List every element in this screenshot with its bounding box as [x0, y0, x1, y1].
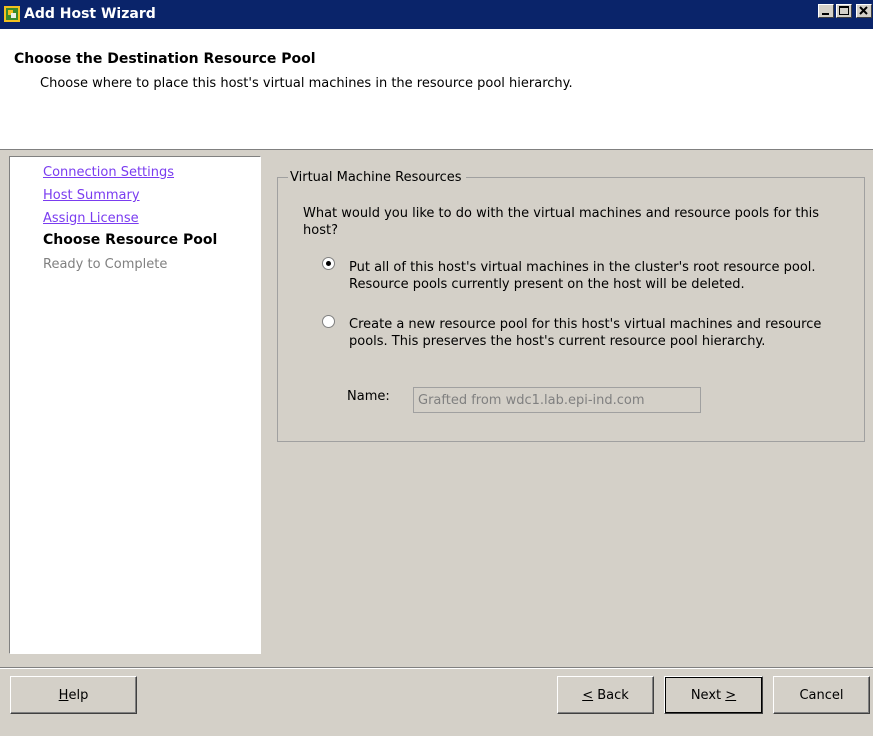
pool-name-input[interactable]	[413, 387, 701, 413]
new-pool-option-label[interactable]: Create a new resource pool for this host…	[349, 316, 849, 350]
window-title: Add Host Wizard	[24, 6, 156, 22]
back-label: Back	[593, 687, 629, 703]
page-subtitle: Choose where to place this host's virtua…	[40, 76, 573, 91]
cancel-button[interactable]: Cancel	[773, 676, 870, 714]
close-icon	[859, 6, 868, 15]
step-ready-to-complete: Ready to Complete	[43, 257, 168, 272]
minimize-icon	[822, 13, 829, 15]
step-assign-license[interactable]: Assign License	[43, 210, 139, 227]
name-label: Name:	[347, 389, 390, 404]
title-bar[interactable]: Add Host Wizard	[0, 0, 873, 29]
add-host-icon	[4, 6, 20, 22]
step-host-summary[interactable]: Host Summary	[43, 187, 140, 204]
next-button[interactable]: Next >	[664, 676, 763, 714]
maximize-icon	[839, 6, 849, 15]
step-connection-settings[interactable]: Connection Settings	[43, 164, 174, 181]
new-pool-radio[interactable]	[322, 315, 335, 328]
help-button[interactable]: Help	[10, 676, 137, 714]
page-title: Choose the Destination Resource Pool	[14, 51, 316, 67]
root-pool-option-label[interactable]: Put all of this host's virtual machines …	[349, 259, 849, 293]
wizard-header: Choose the Destination Resource Pool Cho…	[0, 29, 873, 150]
maximize-button[interactable]	[836, 4, 852, 18]
minimize-button[interactable]	[818, 4, 834, 18]
back-mnemonic: <	[582, 687, 594, 703]
next-label: Next	[690, 687, 726, 703]
help-label: elp	[68, 687, 89, 703]
group-legend: Virtual Machine Resources	[288, 170, 466, 185]
close-button[interactable]	[856, 4, 872, 18]
back-button[interactable]: < Back	[557, 676, 654, 714]
wizard-steps-panel: Connection Settings Host Summary Assign …	[9, 156, 261, 654]
step-choose-resource-pool: Choose Resource Pool	[43, 232, 218, 248]
root-pool-radio[interactable]	[322, 257, 335, 270]
next-mnemonic: >	[725, 687, 737, 703]
question-text: What would you like to do with the virtu…	[303, 206, 820, 238]
button-separator	[0, 667, 873, 669]
help-mnemonic: H	[58, 687, 69, 703]
